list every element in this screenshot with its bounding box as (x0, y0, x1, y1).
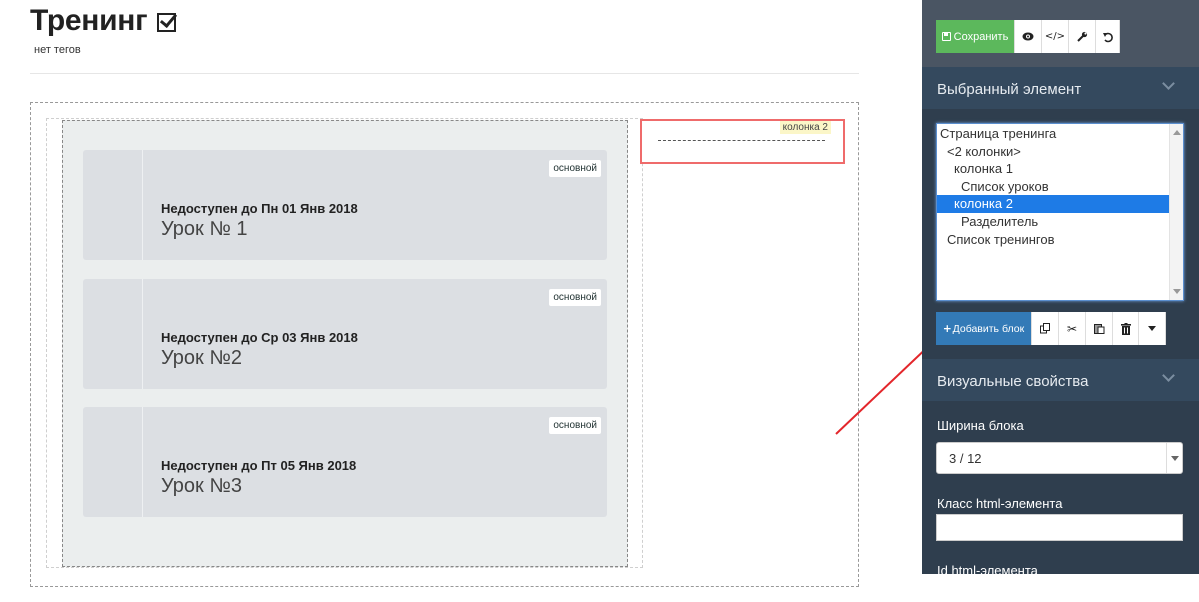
code-icon: </> (1044, 31, 1066, 42)
tree-item-selected[interactable]: колонка 2 (937, 195, 1183, 213)
scissors-icon: ✂ (1066, 321, 1078, 336)
copy-icon (1039, 323, 1050, 334)
add-block-label: Добавить блок (952, 322, 1025, 335)
trash-icon (1120, 322, 1131, 335)
save-button-label: Сохранить (953, 30, 1009, 43)
undo-button[interactable] (1096, 20, 1120, 53)
width-select[interactable]: 3 / 12 (936, 442, 1183, 474)
chevron-down-icon[interactable] (1162, 369, 1175, 382)
tree-item[interactable]: Список уроков (937, 178, 1183, 196)
tree-scrollbar[interactable] (1169, 124, 1183, 300)
scroll-up-icon[interactable] (1173, 130, 1181, 135)
cut-button[interactable]: ✂ (1059, 312, 1086, 345)
visual-props-title: Визуальные свойства (937, 373, 1089, 390)
caret-down-icon (1148, 326, 1156, 331)
visual-props-header[interactable]: Визуальные свойства (922, 359, 1199, 401)
tree-item[interactable]: Список тренингов (937, 231, 1183, 249)
scroll-down-icon[interactable] (1173, 289, 1181, 294)
id-label: Id html-элемента (937, 563, 1038, 574)
class-label: Класс html-элемента (937, 496, 1063, 511)
delete-button[interactable] (1113, 312, 1139, 345)
paste-icon (1093, 324, 1104, 334)
chevron-down-icon[interactable] (1162, 77, 1175, 90)
more-actions-button[interactable] (1139, 312, 1166, 345)
tree-item[interactable]: <2 колонки> (937, 143, 1183, 161)
save-disk-icon (941, 32, 951, 41)
tree-item[interactable]: Страница тренинга (937, 125, 1183, 143)
selected-element-title: Выбранный элемент (937, 81, 1082, 98)
save-button[interactable]: Сохранить (936, 20, 1015, 53)
paste-button[interactable] (1086, 312, 1113, 345)
preview-button[interactable] (1015, 20, 1042, 53)
select-caret-icon[interactable] (1166, 443, 1182, 473)
top-toolbar: Сохранить </> (922, 0, 1199, 68)
eye-icon (1022, 32, 1034, 41)
class-input[interactable] (936, 514, 1183, 541)
plus-icon: + (942, 322, 952, 335)
copy-button[interactable] (1032, 312, 1059, 345)
selected-element-header[interactable]: Выбранный элемент (922, 67, 1199, 109)
tree-item[interactable]: Разделитель (937, 213, 1183, 231)
add-block-button[interactable]: + Добавить блок (936, 312, 1032, 345)
element-tree[interactable]: Страница тренинга <2 колонки> колонка 1 … (936, 123, 1184, 301)
width-select-value: 3 / 12 (949, 451, 982, 466)
arrow-line (835, 341, 934, 435)
code-button[interactable]: </> (1042, 20, 1069, 53)
settings-button[interactable] (1069, 20, 1096, 53)
tree-item[interactable]: колонка 1 (937, 160, 1183, 178)
width-label: Ширина блока (937, 418, 1024, 433)
undo-icon (1102, 32, 1113, 42)
wrench-icon (1077, 31, 1088, 42)
settings-panel: Сохранить </> Выбранный элемент Страница… (922, 0, 1199, 574)
